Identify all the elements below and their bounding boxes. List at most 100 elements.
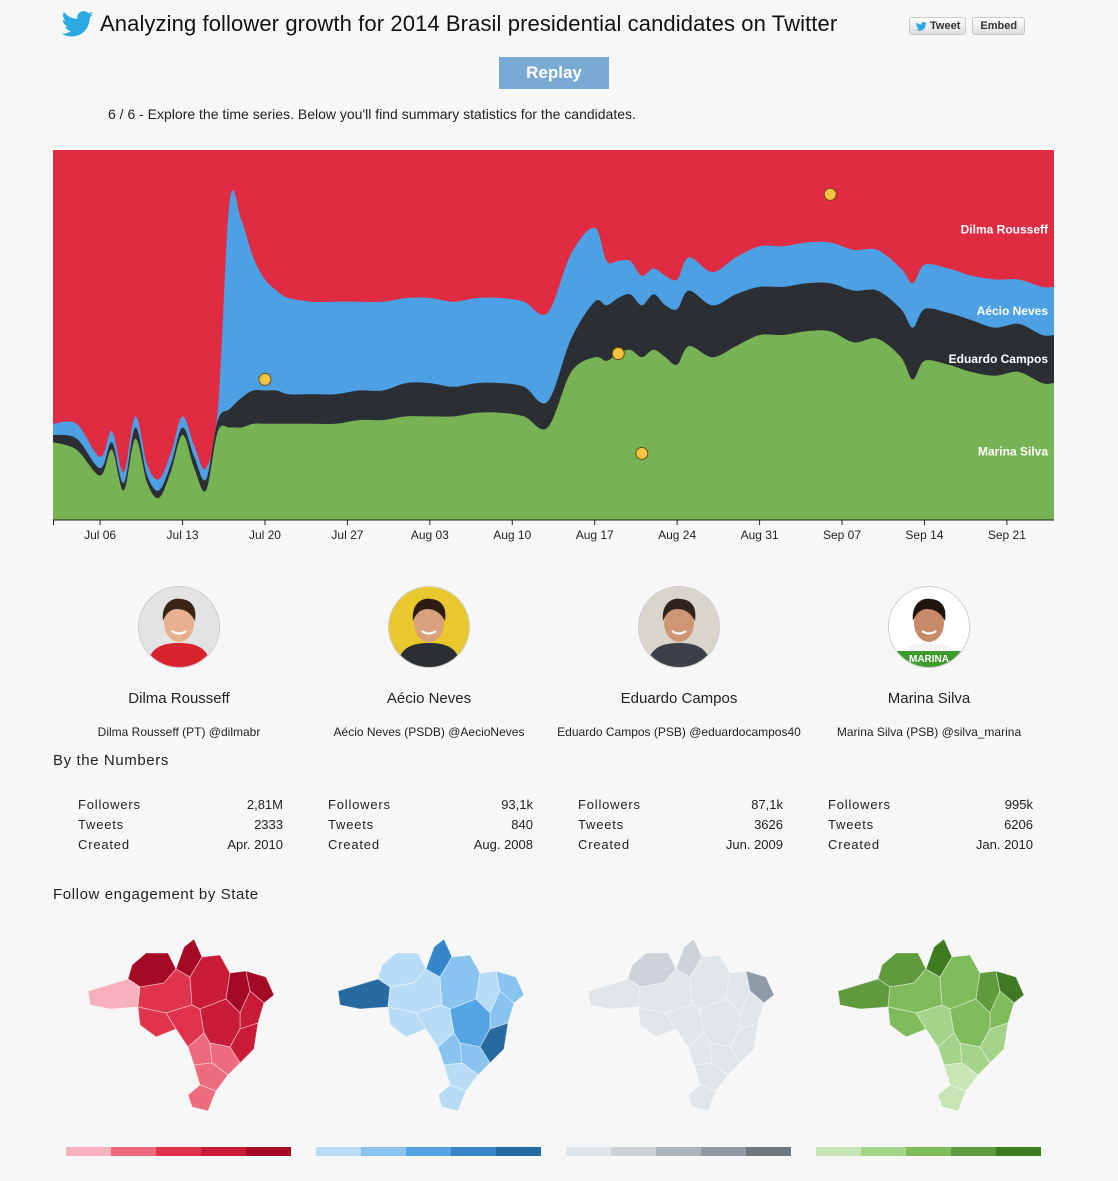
stat-value: 840: [511, 817, 533, 832]
series-label-dilma-rousseff: Dilma Rousseff: [961, 222, 1049, 236]
stat-value: 3626: [754, 817, 783, 832]
legend-swatch: [246, 1147, 291, 1156]
stat-label: Followers: [828, 797, 891, 812]
twitter-bird-icon: [62, 11, 94, 37]
legend-swatch: [611, 1147, 656, 1156]
x-tick-label: Sep 14: [905, 528, 943, 542]
series-label-eduardo-campos: Eduardo Campos: [949, 352, 1049, 366]
legend-swatch: [496, 1147, 541, 1156]
page-title: Analyzing follower growth for 2014 Brasi…: [100, 11, 838, 36]
candidate-handle[interactable]: Marina Silva (PSB) @silva_marina: [804, 725, 1054, 739]
twitter-bird-icon: [915, 21, 927, 31]
x-tick-label: Aug 17: [576, 528, 614, 542]
state-region[interactable]: [837, 978, 891, 1010]
avatar-badge-text: MARINA: [909, 654, 949, 665]
stat-label: Created: [78, 837, 130, 852]
candidate-stats: Followers 995k Tweets 6206 Created Jan. 2010: [828, 795, 1033, 855]
annotation-marker[interactable]: [258, 372, 272, 386]
state-region[interactable]: [87, 978, 141, 1010]
x-tick-label: Sep 21: [988, 528, 1026, 542]
stat-label: Tweets: [578, 817, 624, 832]
stat-row-followers: Followers 93,1k: [328, 795, 533, 815]
candidate-card: Aécio Neves Aécio Neves (PSDB) @AecioNeve…: [304, 586, 554, 739]
stat-label: Tweets: [78, 817, 124, 832]
candidate-handle[interactable]: Eduardo Campos (PSB) @eduardocampos40: [554, 725, 804, 739]
candidate-handle[interactable]: Dilma Rousseff (PT) @dilmabr: [54, 725, 304, 739]
candidate-stats: Followers 2,81M Tweets 2333 Created Apr. 2010: [78, 795, 283, 855]
state-map-aecio-neves[interactable]: [330, 925, 530, 1125]
x-tick-label: Aug 24: [658, 528, 696, 542]
x-tick-label: Jul 13: [167, 528, 199, 542]
stat-label: Created: [328, 837, 380, 852]
stat-value: 87,1k: [751, 797, 783, 812]
avatar-portrait-icon: [389, 587, 469, 667]
candidate-handle[interactable]: Aécio Neves (PSDB) @AecioNeves: [304, 725, 554, 739]
tweet-button-label: Tweet: [930, 20, 961, 32]
color-scale-legend: [816, 1147, 1041, 1156]
avatar-portrait-icon: [639, 587, 719, 667]
candidate-name: Eduardo Campos: [620, 690, 738, 707]
stat-value: 93,1k: [501, 797, 533, 812]
x-tick-label: Jul 20: [249, 528, 281, 542]
annotation-marker[interactable]: [635, 446, 649, 460]
candidate-card: Eduardo Campos Eduardo Campos (PSB) @edua…: [554, 586, 804, 739]
candidate-card: Dilma Rousseff Dilma Rousseff (PT) @dilma…: [54, 586, 304, 739]
legend-swatch: [451, 1147, 496, 1156]
candidate-card: MARINA Marina Silva Marina Silva (PSB) @si…: [804, 586, 1054, 739]
stat-row-created: Created Apr. 2010: [78, 835, 283, 855]
color-scale-legend: [66, 1147, 291, 1156]
x-tick-label: Aug 03: [411, 528, 449, 542]
embed-button[interactable]: Embed: [972, 17, 1026, 35]
legend-swatch: [656, 1147, 701, 1156]
annotation-marker[interactable]: [823, 187, 837, 201]
stat-row-created: Created Jan. 2010: [828, 835, 1033, 855]
avatar-portrait-icon: [139, 587, 219, 667]
avatar[interactable]: [138, 586, 220, 668]
legend-swatch: [201, 1147, 246, 1156]
state-map-eduardo-campos[interactable]: [580, 925, 780, 1125]
stat-value: 995k: [1004, 797, 1033, 812]
avatar[interactable]: MARINA: [888, 586, 970, 668]
stat-label: Tweets: [828, 817, 874, 832]
candidate-name: Aécio Neves: [386, 690, 472, 707]
stat-value: Jan. 2010: [975, 837, 1033, 852]
candidate-stats: Followers 87,1k Tweets 3626 Created Jun. 2009: [578, 795, 783, 855]
x-tick-label: Aug 10: [493, 528, 531, 542]
avatar[interactable]: [388, 586, 470, 668]
stat-row-tweets: Tweets 3626: [578, 815, 783, 835]
avatar[interactable]: [638, 586, 720, 668]
legend-swatch: [906, 1147, 951, 1156]
by-the-numbers-heading: By the Numbers: [53, 752, 169, 769]
stat-row-followers: Followers 2,81M: [78, 795, 283, 815]
legend-swatch: [406, 1147, 451, 1156]
stat-value: 6206: [1004, 817, 1033, 832]
legend-swatch: [746, 1147, 791, 1156]
stat-value: Apr. 2010: [227, 837, 283, 852]
x-tick-label: Jul 06: [84, 528, 116, 542]
stat-row-tweets: Tweets 840: [328, 815, 533, 835]
avatar-portrait-icon: MARINA: [889, 587, 969, 667]
state-region[interactable]: [587, 978, 641, 1010]
legend-swatch: [66, 1147, 111, 1156]
stat-label: Created: [578, 837, 630, 852]
annotation-marker[interactable]: [611, 347, 625, 360]
x-tick-label: Sep 07: [823, 528, 861, 542]
candidate-name: Dilma Rousseff: [128, 690, 230, 707]
legend-swatch: [361, 1147, 406, 1156]
follower-share-chart[interactable]: Marina Silva Eduardo Campos Aécio Neves Dil…: [53, 150, 1054, 546]
stat-row-followers: Followers 87,1k: [578, 795, 783, 815]
stat-value: Aug. 2008: [473, 837, 533, 852]
state-map-dilma-rousseff[interactable]: [80, 925, 280, 1125]
state-map-marina-silva[interactable]: [830, 925, 1030, 1125]
color-scale-legend: [566, 1147, 791, 1156]
x-tick-label: Aug 31: [741, 528, 779, 542]
stat-row-followers: Followers 995k: [828, 795, 1033, 815]
stat-value: 2333: [254, 817, 283, 832]
candidate-stats: Followers 93,1k Tweets 840 Created Aug. 2008: [328, 795, 533, 855]
series-label-aecio-neves: Aécio Neves: [977, 304, 1049, 318]
replay-button[interactable]: Replay: [499, 57, 609, 89]
tweet-button[interactable]: Tweet: [909, 17, 967, 35]
engagement-heading: Follow engagement by State: [53, 886, 259, 903]
state-region[interactable]: [337, 978, 391, 1010]
legend-swatch: [816, 1147, 861, 1156]
